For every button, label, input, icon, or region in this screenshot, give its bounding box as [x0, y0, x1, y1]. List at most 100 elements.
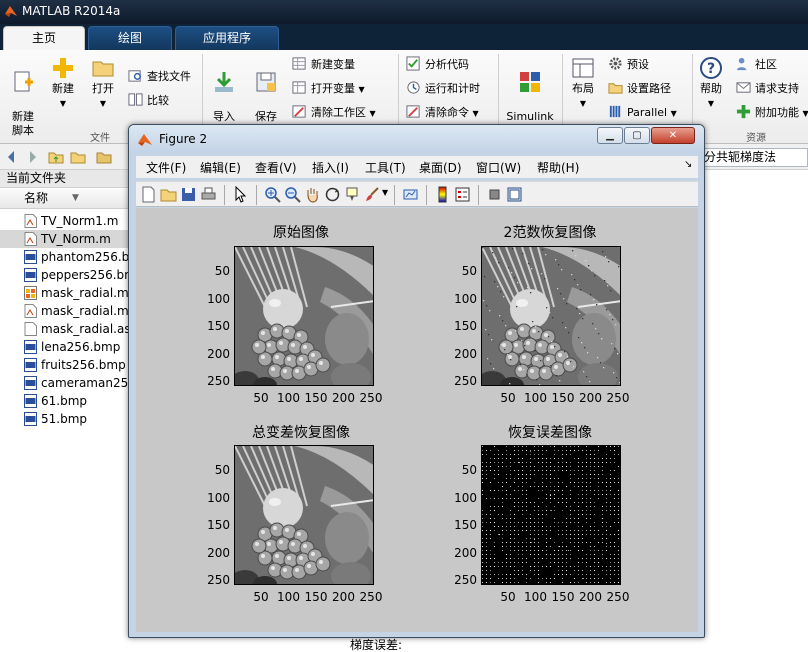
tab-plots[interactable]: 绘图 [88, 26, 172, 50]
file-name: mask_radial.mat [41, 286, 130, 300]
run-and-time-button[interactable]: 运行和计时 [406, 80, 480, 98]
parallel-button[interactable]: Parallel ▼ [608, 104, 677, 122]
file-list-item[interactable]: mask_radial.m [0, 302, 130, 320]
open-button[interactable]: 打开 ▼ [86, 56, 120, 111]
figure-menu-bar: 文件(F) 编辑(E) 查看(V) 插入(I) 工具(T) 桌面(D) 窗口(W… [136, 156, 698, 178]
preferences-button[interactable]: 预设 [608, 56, 649, 74]
layout-button[interactable]: 布局 ▼ [566, 56, 600, 111]
x-tick-label: 50 [500, 590, 516, 604]
data-cursor-icon[interactable] [344, 186, 361, 203]
set-path-icon [608, 83, 623, 94]
community-button[interactable]: 社区 [736, 56, 777, 74]
file-list-item[interactable]: peppers256.bmp [0, 266, 130, 284]
pan-hand-icon[interactable] [304, 186, 321, 203]
forward-arrow-icon[interactable] [24, 149, 40, 165]
set-path-label: 设置路径 [627, 82, 671, 95]
new-script-label: 新建 脚本 [12, 110, 34, 137]
file-name: mask_radial.asv [41, 322, 130, 336]
menu-edit[interactable]: 编辑(E) [200, 159, 241, 176]
menu-file[interactable]: 文件(F) [146, 159, 186, 176]
menu-desktop[interactable]: 桌面(D) [419, 159, 462, 176]
link-plot-icon[interactable] [402, 186, 419, 203]
up-folder-icon[interactable] [48, 149, 64, 165]
compare-button[interactable]: 比较 [128, 92, 169, 110]
file-list-item[interactable]: lena256.bmp [0, 338, 130, 356]
maximize-button[interactable]: ▢ [624, 127, 650, 144]
menu-window[interactable]: 窗口(W) [476, 159, 521, 176]
open-file-icon[interactable] [160, 186, 177, 203]
menu-tools[interactable]: 工具(T) [365, 159, 406, 176]
name-column-header[interactable]: 名称 [24, 189, 48, 208]
new-variable-button[interactable]: 新建变量 [292, 56, 355, 74]
request-support-icon [736, 82, 751, 93]
mat-file-icon [24, 286, 37, 300]
save-workspace-icon [256, 72, 276, 92]
x-tick-label: 150 [551, 391, 575, 405]
new-figure-icon[interactable] [140, 186, 157, 203]
current-path-field[interactable]: 分共轭梯度法 [700, 148, 808, 167]
simulink-icon [520, 72, 540, 92]
x-tick-label: 100 [277, 391, 300, 405]
file-list-item[interactable]: 51.bmp [0, 410, 130, 428]
subplot-original-image[interactable] [234, 246, 374, 386]
subplot-l2-recovery-image[interactable] [481, 246, 621, 386]
rotate-3d-icon[interactable] [324, 186, 341, 203]
back-arrow-icon[interactable] [4, 149, 20, 165]
bmp-file-icon [24, 358, 37, 372]
menu-insert[interactable]: 插入(I) [312, 159, 349, 176]
brush-icon[interactable] [364, 186, 381, 203]
file-list-item[interactable]: cameraman256.bmp [0, 374, 130, 392]
file-list-item[interactable]: mask_radial.asv [0, 320, 130, 338]
file-list-item[interactable]: 61.bmp [0, 392, 130, 410]
menu-help[interactable]: 帮助(H) [537, 159, 579, 176]
print-icon[interactable] [200, 186, 217, 203]
y-tick-label: 250 [207, 573, 230, 587]
command-output-text: 梯度误差: [350, 638, 403, 652]
subplot-tv-recovery-image[interactable] [234, 445, 374, 585]
open-variable-dropdown-icon: ▼ [358, 85, 365, 94]
file-list-item[interactable]: phantom256.bmp [0, 248, 130, 266]
request-support-button[interactable]: 请求支持 [736, 80, 799, 98]
pointer-icon[interactable] [232, 186, 249, 203]
browse-folder-icon[interactable] [70, 149, 86, 165]
bmp-file-icon [24, 250, 37, 264]
clear-commands-button[interactable]: 清除命令 ▼ [406, 104, 479, 122]
tab-home[interactable]: 主页 [3, 26, 85, 50]
zoom-in-icon[interactable] [264, 186, 281, 203]
minimize-button[interactable]: ▁ [597, 127, 623, 144]
subplot-error-image[interactable] [481, 445, 621, 585]
menu-overflow-icon[interactable]: ↘ [684, 159, 692, 170]
save-icon[interactable] [180, 186, 197, 203]
menu-view[interactable]: 查看(V) [255, 159, 297, 176]
x-tick-label: 200 [332, 391, 355, 405]
file-list-item[interactable]: TV_Norm1.m [0, 212, 130, 230]
new-variable-icon [292, 57, 306, 70]
clear-workspace-button[interactable]: 清除工作区 ▼ [292, 104, 376, 122]
file-list-item[interactable]: fruits256.bmp [0, 356, 130, 374]
x-tick-label: 250 [359, 590, 383, 604]
file-list-header[interactable]: 名称 ▼ [0, 189, 130, 209]
clear-commands-label: 清除命令 [425, 106, 469, 119]
brush-dropdown-icon[interactable]: ▼ [382, 188, 388, 197]
analyze-code-button[interactable]: 分析代码 [406, 56, 469, 74]
figure-title: Figure 2 [159, 132, 208, 146]
tab-apps[interactable]: 应用程序 [175, 26, 279, 50]
find-files-button[interactable]: 查找文件 [128, 68, 191, 86]
close-button[interactable]: ✕ [651, 127, 695, 144]
open-variable-button[interactable]: 打开变量 ▼ [292, 80, 365, 98]
set-path-button[interactable]: 设置路径 [608, 80, 671, 98]
legend-icon[interactable] [454, 186, 471, 203]
file-list-item[interactable]: mask_radial.mat [0, 284, 130, 302]
help-button[interactable]: ? 帮助 ▼ [696, 56, 726, 111]
hide-plot-tools-icon[interactable] [486, 186, 503, 203]
new-script-button[interactable]: 新建 脚本 [4, 56, 42, 138]
figure-title-bar[interactable]: Figure 2 ▁ ▢ ✕ [129, 125, 704, 153]
show-plot-tools-icon[interactable] [506, 186, 523, 203]
y-tick-label: 100 [454, 490, 477, 505]
bmp-file-icon [24, 412, 37, 426]
zoom-out-icon[interactable] [284, 186, 301, 203]
colorbar-icon[interactable] [434, 186, 451, 203]
addons-button[interactable]: 附加功能 ▼ [736, 104, 808, 122]
file-list-item[interactable]: TV_Norm.m [0, 230, 130, 248]
new-button[interactable]: 新建 ▼ [46, 56, 80, 111]
